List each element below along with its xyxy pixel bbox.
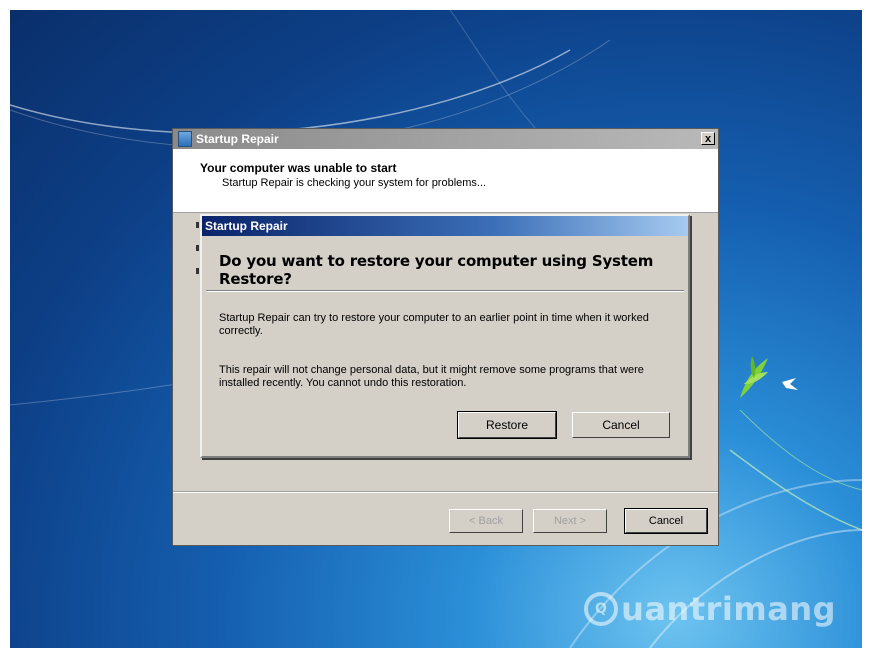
window-header: Your computer was unable to start Startu… <box>173 149 718 213</box>
dialog-title: Startup Repair <box>205 219 288 233</box>
window-app-icon <box>178 131 192 147</box>
next-button[interactable]: Next > <box>533 509 607 533</box>
window-titlebar[interactable]: Startup Repair x <box>173 129 718 149</box>
watermark: Q uantrimang <box>584 590 836 628</box>
back-button[interactable]: < Back <box>449 509 523 533</box>
footer-divider <box>173 491 718 493</box>
dialog-paragraph-2: This repair will not change personal dat… <box>219 364 644 389</box>
wizard-cancel-button[interactable]: Cancel <box>624 508 708 534</box>
header-subtitle: Startup Repair is checking your system f… <box>222 177 487 189</box>
system-restore-dialog: Startup Repair Do you want to restore yo… <box>200 214 690 458</box>
close-icon[interactable]: x <box>701 132 715 145</box>
window-title: Startup Repair <box>196 132 279 146</box>
watermark-text: uantrimang <box>621 590 836 628</box>
header-title: Your computer was unable to start <box>200 161 397 175</box>
dialog-paragraph-1: Startup Repair can try to restore your c… <box>219 312 649 337</box>
dialog-question: Do you want to restore your computer usi… <box>219 252 654 288</box>
restore-button[interactable]: Restore <box>457 411 557 439</box>
dialog-titlebar[interactable]: Startup Repair <box>202 216 688 236</box>
dialog-cancel-button[interactable]: Cancel <box>572 412 670 438</box>
bird-leaf-icon <box>740 356 798 398</box>
watermark-logo-icon: Q <box>584 592 619 626</box>
dialog-separator <box>206 290 684 292</box>
